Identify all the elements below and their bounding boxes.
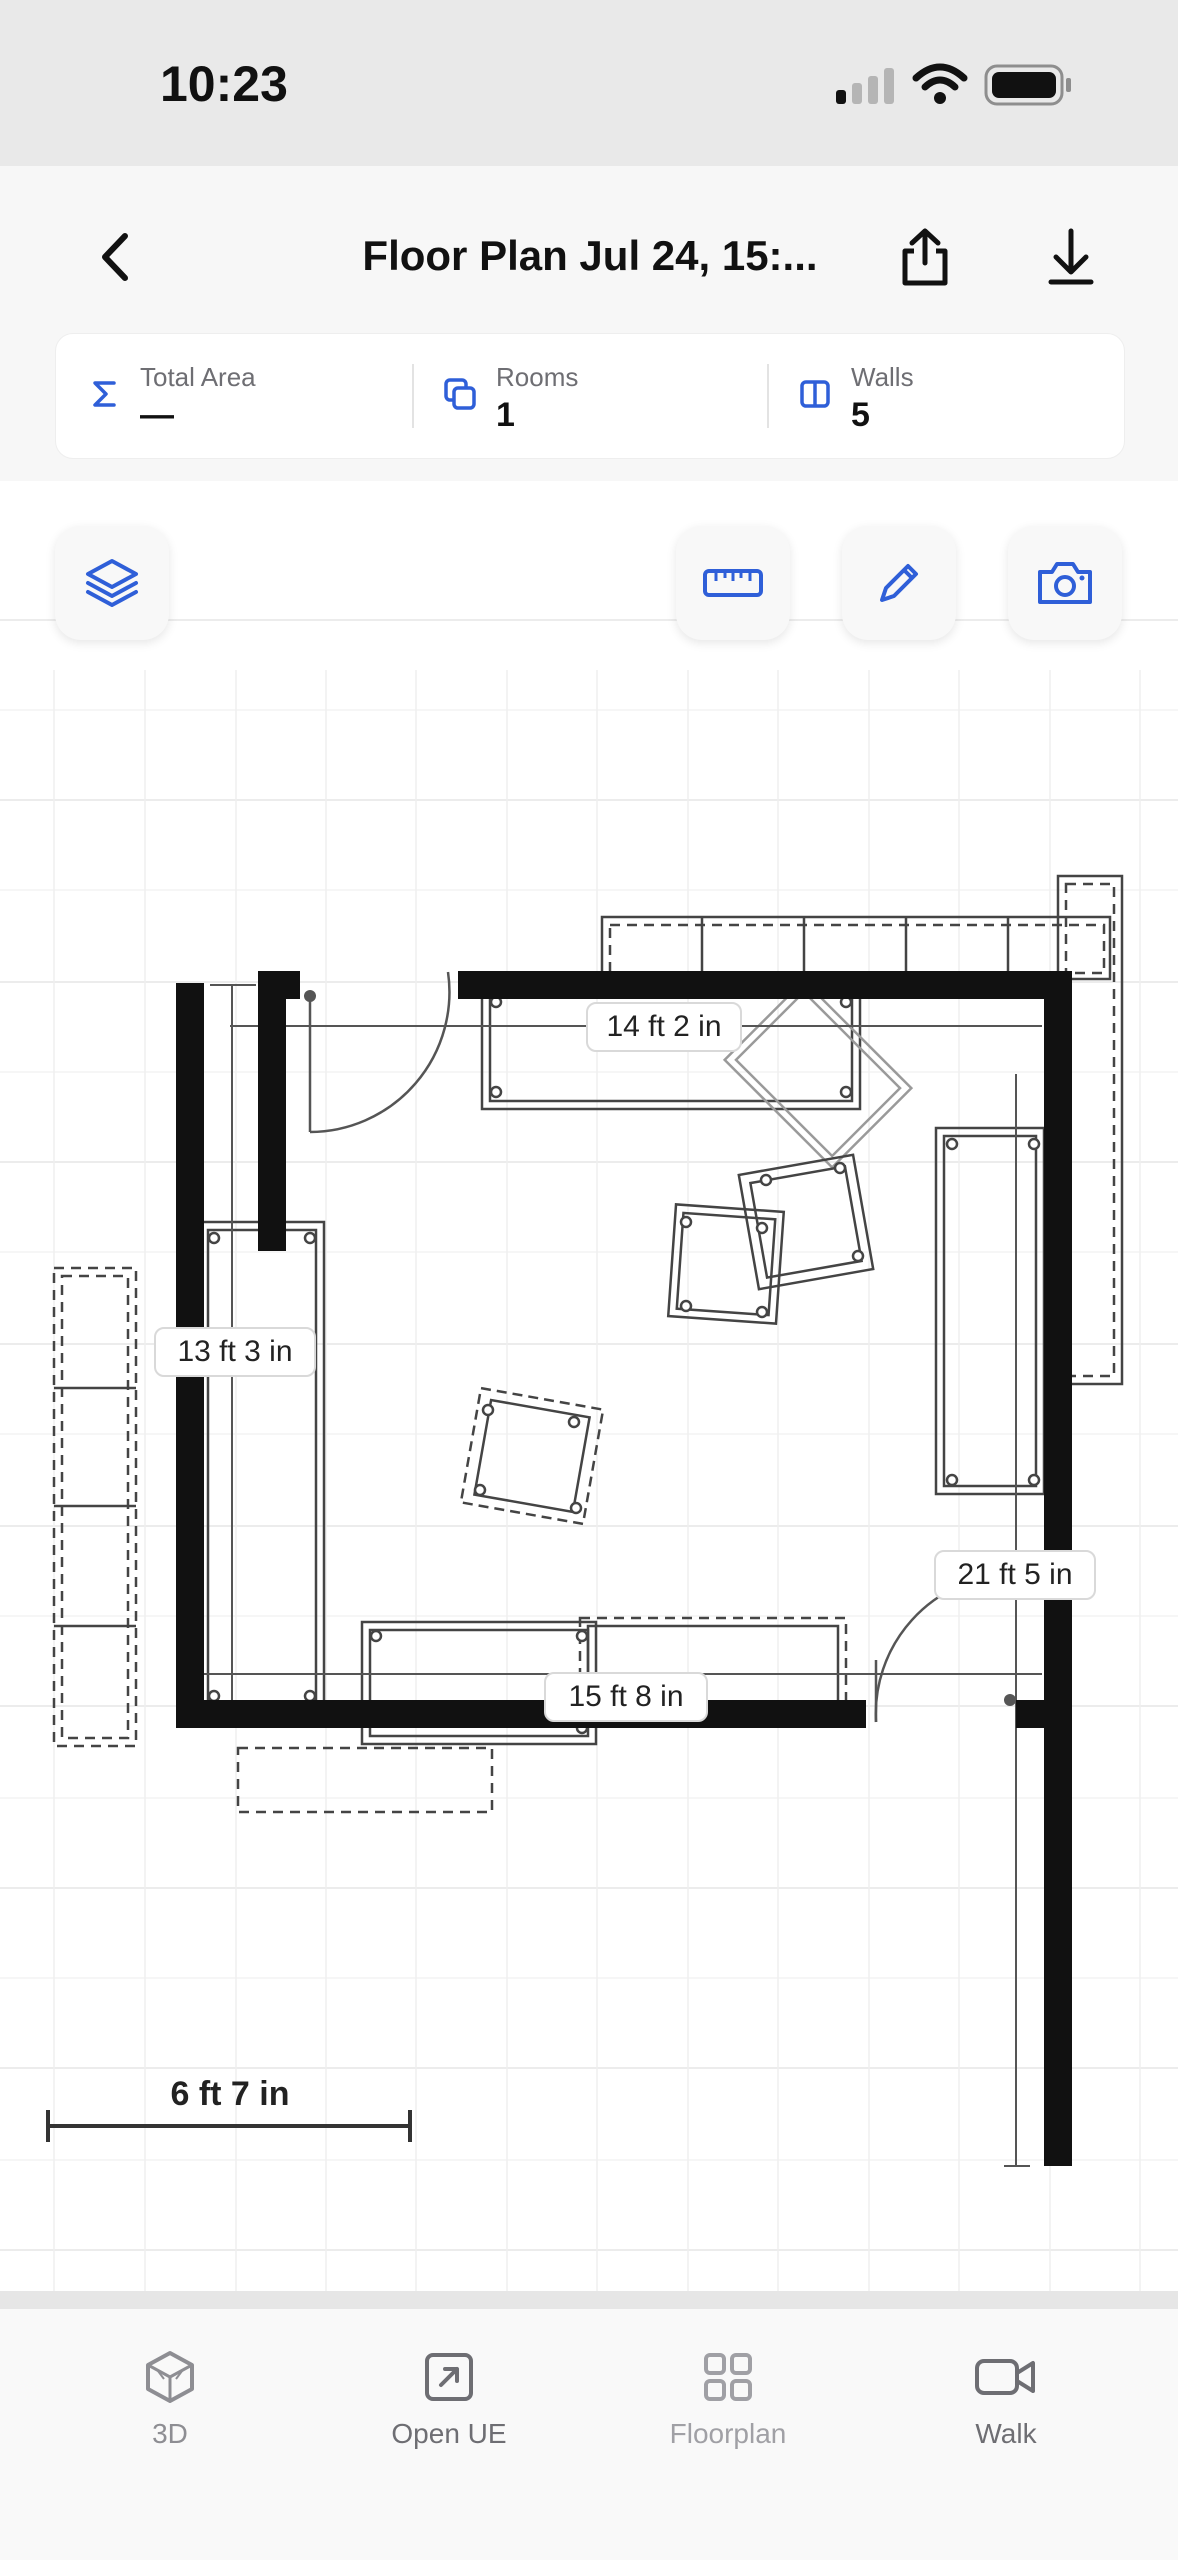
floor-plan-canvas[interactable]: 14 ft 2 in 13 ft 3 in 15 ft 8 in 21 ft 5… [0, 481, 1178, 2291]
stat-label: Rooms [496, 362, 579, 392]
tab-open-ue[interactable]: Open UE [349, 2349, 549, 2450]
share-button[interactable] [880, 212, 970, 302]
stat-value: — [140, 396, 174, 434]
stat-rooms: Rooms 1 [412, 334, 767, 458]
measure-button[interactable] [676, 526, 790, 640]
dimension-label-right[interactable]: 21 ft 5 in [934, 1550, 1096, 1600]
stat-value: 5 [851, 396, 870, 434]
walls-icon [800, 380, 830, 408]
cube-icon [146, 2351, 194, 2403]
tab-label: 3D [152, 2418, 188, 2449]
dimension-label-bottom[interactable]: 15 ft 8 in [544, 1672, 708, 1722]
camera-icon [1038, 562, 1092, 604]
tab-label: Floorplan [669, 2418, 787, 2449]
scale-label: 6 ft 7 in [170, 2075, 290, 2113]
ruler-icon [703, 569, 763, 597]
stat-walls: Walls 5 [767, 334, 1122, 458]
grid-icon [704, 2353, 752, 2401]
page-title: Floor Plan Jul 24, 15:... [362, 232, 818, 279]
floor-plan [0, 619, 1178, 2291]
download-icon [1048, 228, 1094, 285]
stat-label: Total Area [140, 362, 256, 392]
battery-icon [984, 64, 1071, 106]
share-icon [902, 228, 948, 286]
tab-label: Walk [975, 2418, 1037, 2449]
tab-bar: 3D Open UE Floorplan Walk [0, 2291, 1178, 2560]
video-camera-icon [975, 2359, 1035, 2395]
scale-bar [46, 2110, 412, 2142]
pencil-icon [880, 564, 918, 602]
stat-total-area: Total Area — [56, 334, 411, 458]
tab-floorplan[interactable]: Floorplan [628, 2349, 828, 2450]
back-button[interactable] [70, 212, 160, 302]
open-external-icon [425, 2353, 473, 2401]
stat-label: Walls [851, 362, 914, 392]
status-time: 10:23 [160, 56, 288, 112]
download-button[interactable] [1026, 212, 1116, 302]
sigma-icon [93, 381, 116, 407]
chevron-left-icon [102, 233, 128, 281]
rooms-icon [444, 378, 476, 410]
tab-walk[interactable]: Walk [906, 2349, 1106, 2450]
edit-button[interactable] [842, 526, 956, 640]
camera-button[interactable] [1008, 526, 1122, 640]
layers-button[interactable] [55, 526, 169, 640]
dimension-label-top[interactable]: 14 ft 2 in [586, 1002, 742, 1052]
layers-icon [86, 559, 138, 607]
stat-value: 1 [496, 396, 515, 434]
stats-card: Total Area — Rooms 1 Walls 5 [55, 333, 1125, 459]
dimension-label-left[interactable]: 13 ft 3 in [154, 1327, 316, 1377]
tab-3d[interactable]: 3D [70, 2349, 270, 2450]
wifi-icon [912, 63, 968, 104]
tab-label: Open UE [391, 2418, 507, 2449]
